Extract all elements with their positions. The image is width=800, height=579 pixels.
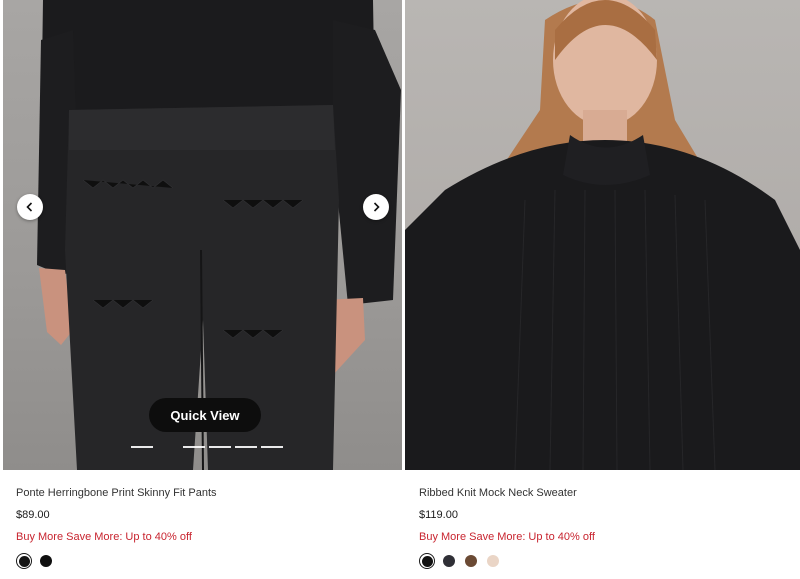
quick-view-button[interactable]: Quick View	[149, 398, 261, 432]
chevron-right-icon	[373, 202, 380, 212]
product-name[interactable]: Ribbed Knit Mock Neck Sweater	[419, 486, 799, 500]
chevron-left-icon	[26, 202, 33, 212]
carousel-dot[interactable]	[261, 446, 283, 448]
product-image-pants[interactable]: Quick View	[3, 0, 402, 470]
carousel-dot[interactable]	[209, 446, 231, 448]
carousel-indicators	[131, 446, 283, 448]
color-swatch-selected[interactable]	[419, 553, 435, 569]
color-swatch[interactable]	[38, 553, 54, 569]
color-swatch[interactable]	[441, 553, 457, 569]
swatch-fill	[421, 555, 433, 567]
product-image-sweater[interactable]	[405, 0, 800, 470]
product-price: $89.00	[16, 509, 50, 521]
color-swatches	[419, 553, 799, 569]
carousel-next-button[interactable]	[363, 194, 389, 220]
carousel-dot[interactable]	[131, 446, 153, 448]
swatch-fill	[465, 555, 477, 567]
color-swatch[interactable]	[485, 553, 501, 569]
sweater-photo-illustration	[405, 0, 800, 470]
swatch-fill	[487, 555, 499, 567]
swatch-fill	[443, 555, 455, 567]
carousel-prev-button[interactable]	[17, 194, 43, 220]
product-info: Ribbed Knit Mock Neck Sweater $119.00 Bu…	[419, 486, 799, 569]
promo-text: Buy More Save More: Up to 40% off	[419, 531, 595, 543]
product-info: Ponte Herringbone Print Skinny Fit Pants…	[16, 486, 396, 569]
color-swatches	[16, 553, 396, 569]
promo-text: Buy More Save More: Up to 40% off	[16, 531, 192, 543]
swatch-fill	[40, 555, 52, 567]
carousel-dot-active[interactable]	[157, 446, 179, 448]
carousel-dot[interactable]	[235, 446, 257, 448]
swatch-fill	[18, 555, 30, 567]
color-swatch-selected[interactable]	[16, 553, 32, 569]
product-price: $119.00	[419, 509, 458, 521]
carousel-dot[interactable]	[183, 446, 205, 448]
color-swatch[interactable]	[463, 553, 479, 569]
product-name[interactable]: Ponte Herringbone Print Skinny Fit Pants	[16, 486, 396, 500]
